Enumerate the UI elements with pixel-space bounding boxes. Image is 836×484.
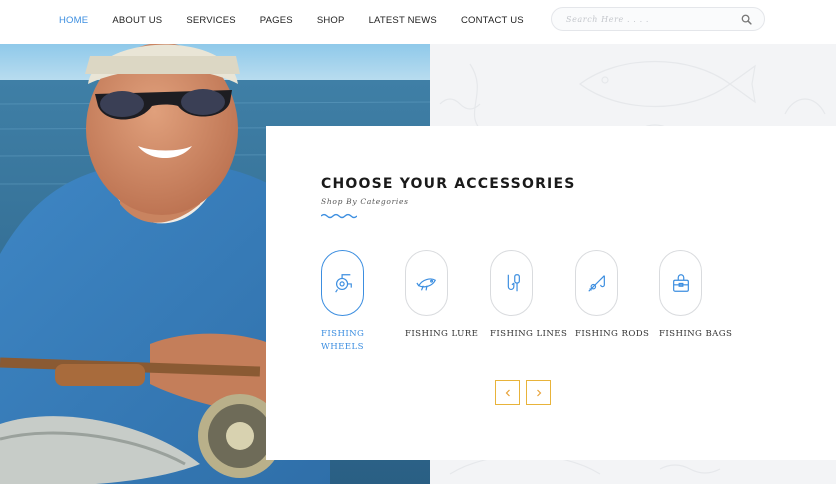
fishing-bag-icon: [672, 274, 689, 292]
fishing-lure-icon: [415, 278, 436, 291]
category-badge[interactable]: [405, 250, 448, 316]
wave-divider-icon: [321, 213, 357, 219]
nav-item-pages[interactable]: PAGES: [248, 15, 305, 26]
section-subtitle: Shop By Categories: [321, 197, 409, 206]
category-badge[interactable]: [575, 250, 618, 316]
category-fishing-lure[interactable]: FISHING LURE: [405, 250, 495, 341]
nav-item-services[interactable]: SERVICES: [174, 15, 247, 26]
chevron-right-icon: [536, 389, 541, 396]
nav-item-about-us[interactable]: ABOUT US: [100, 15, 174, 26]
nav-item-latest-news[interactable]: LATEST NEWS: [357, 15, 449, 26]
section-title: CHOOSE YOUR ACCESSORIES: [321, 176, 576, 192]
category-label: FISHING RODS: [575, 329, 650, 339]
category-fishing-bags[interactable]: FISHING BAGS: [659, 250, 749, 341]
site-header: HOME ABOUT US SERVICES PAGES SHOP LATEST…: [0, 0, 836, 44]
accessories-card: CHOOSE YOUR ACCESSORIES Shop By Categori…: [266, 126, 836, 460]
category-label: FISHING LURE: [405, 329, 479, 339]
fishing-line-icon: [507, 274, 520, 292]
category-fishing-lines[interactable]: FISHING LINES: [490, 250, 580, 341]
nav-item-contact-us[interactable]: CONTACT US: [449, 15, 536, 26]
category-fishing-rods[interactable]: FISHING RODS: [575, 250, 665, 341]
category-badge[interactable]: [659, 250, 702, 316]
carousel-next-button[interactable]: [526, 380, 551, 405]
category-badge[interactable]: [321, 250, 364, 316]
nav-item-home[interactable]: HOME: [47, 15, 100, 26]
main-nav: HOME ABOUT US SERVICES PAGES SHOP LATEST…: [47, 0, 536, 40]
carousel-prev-button[interactable]: [495, 380, 520, 405]
category-badge[interactable]: [490, 250, 533, 316]
chevron-left-icon: [505, 389, 510, 396]
search-icon[interactable]: [741, 14, 752, 25]
category-label: FISHING BAGS: [659, 329, 733, 339]
category-label: FISHING LINES: [490, 329, 568, 339]
search-box: [551, 7, 765, 31]
fishing-reel-icon: [334, 274, 352, 293]
category-fishing-wheels[interactable]: FISHING WHEELS: [321, 250, 411, 354]
fishing-rod-icon: [587, 275, 605, 292]
nav-item-shop[interactable]: SHOP: [305, 15, 357, 26]
search-input[interactable]: [566, 12, 736, 27]
category-label: FISHING WHEELS: [321, 329, 365, 352]
